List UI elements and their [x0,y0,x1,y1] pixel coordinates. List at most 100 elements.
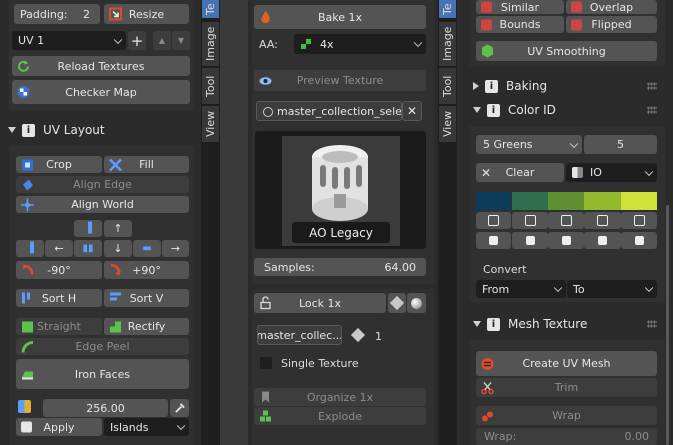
lock-button[interactable]: Lock 1x [254,293,386,313]
rectify-button[interactable]: Rectify [104,318,189,335]
rotate-neg90-button[interactable]: -90° [16,261,102,279]
align-world-button[interactable]: Align World [16,196,189,213]
scrollbar[interactable] [666,205,669,445]
sort-h-button[interactable]: Sort H [16,289,102,307]
reload-textures-button[interactable]: Reload Textures [12,56,190,76]
sort-v-button[interactable]: Sort V [104,289,189,307]
collection-field[interactable]: master_collection_sele... [256,101,402,121]
reload-label: Reload Textures [57,59,145,73]
aa-label: AA: [259,38,278,51]
tab-texel[interactable]: Te [202,0,219,18]
baking-header[interactable]: i Baking [465,76,665,96]
texel-density-icon [18,400,31,413]
select-color-4-button[interactable] [584,232,621,249]
color-id-header[interactable]: i Color ID [465,100,665,120]
tab-tool[interactable]: Tool [202,68,219,104]
apply-mode-select[interactable]: Islands [104,418,189,436]
select-color-2-button[interactable] [512,232,548,249]
mesh-texture-header[interactable]: i Mesh Texture [465,313,665,335]
clear-colors-button[interactable]: ✕ Clear [476,163,564,182]
straight-button[interactable]: Straight [16,318,102,335]
tab-image[interactable]: Image [202,22,219,66]
wrap-button[interactable]: Wrap [476,406,657,425]
drag-handle-icon[interactable] [647,320,657,328]
checker-map-button[interactable]: Checker Map [12,80,190,104]
fill-button[interactable]: Fill [104,156,189,173]
create-uv-mesh-button[interactable]: Create UV Mesh [476,351,657,376]
move-left-arrow-button[interactable]: ← [45,240,73,257]
palette-count-field[interactable]: 5 [584,135,657,154]
uv-map-select[interactable]: UV 1 [12,31,126,50]
apply-button[interactable]: Apply [16,418,102,436]
align-center-icon: ▮▮ [82,243,94,254]
uv-layout-header[interactable]: i UV Layout [0,119,201,141]
tab-view[interactable]: View [202,106,219,142]
align-edge-button[interactable]: Align Edge [16,176,189,193]
select-color-1-button[interactable] [476,232,511,249]
trim-button[interactable]: Trim [476,378,657,397]
convert-from-select[interactable]: From [476,280,566,298]
color-swatch-4[interactable] [584,192,621,210]
color-swatch-5[interactable] [621,192,657,210]
preview-model-image [312,145,368,221]
assign-color-4-button[interactable] [584,212,621,229]
edge-peel-button[interactable]: Edge Peel [16,338,189,355]
align-right-button[interactable]: ▬ [133,240,161,257]
resize-button[interactable]: Resize [104,4,189,24]
convert-to-select[interactable]: To [567,280,657,298]
move-down-arrow-button[interactable]: ↓ [104,240,132,257]
lock-label: Lock 1x [298,296,342,310]
drag-handle-icon[interactable] [647,106,657,114]
clear-collection-button[interactable]: ✕ [402,101,422,121]
assign-color-2-button[interactable] [512,212,548,229]
assign-icon [488,215,499,226]
aa-select[interactable]: 4x [294,34,426,54]
texel-size-field[interactable]: 256.00 [43,399,168,417]
iron-faces-button[interactable]: Iron Faces [16,359,189,389]
single-texture-checkbox[interactable] [260,357,272,369]
rotate-pos90-button[interactable]: +90° [104,261,189,279]
align-top-button[interactable]: ▐ [74,220,102,237]
flipped-button[interactable]: Flipped [566,16,657,33]
collection-field-value: master_collection_sele... [277,104,402,118]
assign-color-5-button[interactable] [621,212,657,229]
preview-texture-button[interactable]: Preview Texture [254,70,426,91]
bake-button[interactable]: Bake 1x [254,5,426,29]
lock-sphere-button[interactable] [407,293,426,313]
io-select[interactable]: IO [566,163,657,182]
tab-texel-right[interactable]: Te [439,0,456,18]
explode-button[interactable]: Explode [254,407,426,425]
samples-field[interactable]: Samples: 64.00 [254,258,426,276]
tab-image-right[interactable]: Image [439,22,456,66]
bounds-button[interactable]: Bounds [476,16,564,33]
assign-color-3-button[interactable] [548,212,584,229]
color-swatch-2[interactable] [512,192,548,210]
tab-view-right[interactable]: View [439,106,456,142]
tab-tool-right[interactable]: Tool [439,68,456,104]
add-uv-button[interactable]: + [128,31,146,50]
wrap-amount-field[interactable]: Wrap: 0.00 [476,428,657,445]
palette-select[interactable]: 5 Greens [476,135,582,154]
crop-button[interactable]: Crop [16,156,102,173]
similar-button[interactable]: Similar [476,0,564,14]
color-swatch-1[interactable] [476,192,511,210]
overlap-button[interactable]: Overlap [566,0,657,14]
padding-field[interactable]: Padding: 2 [14,4,100,24]
select-color-5-button[interactable] [621,232,657,249]
move-up-button[interactable]: ▲ [153,31,171,50]
move-down-button[interactable]: ▼ [172,31,190,50]
select-color-3-button[interactable] [548,232,584,249]
organize-button[interactable]: Organize 1x [254,388,426,406]
move-right-arrow-button[interactable]: → [162,240,189,257]
align-left-button[interactable]: ▐ [16,240,44,257]
tab-texel-right-label: Te [441,3,454,15]
assign-color-1-button[interactable] [476,212,511,229]
align-center-button[interactable]: ▮▮ [74,240,102,257]
uv-smoothing-button[interactable]: UV Smoothing [476,41,657,61]
eyedropper-button[interactable] [170,399,189,417]
drag-handle-icon[interactable] [647,82,657,90]
move-up-arrow-button[interactable]: ↑ [104,220,132,237]
master-collection-field[interactable]: master_collec... [257,325,342,345]
color-swatch-3[interactable] [548,192,584,210]
lock-cube-button[interactable] [388,293,406,313]
